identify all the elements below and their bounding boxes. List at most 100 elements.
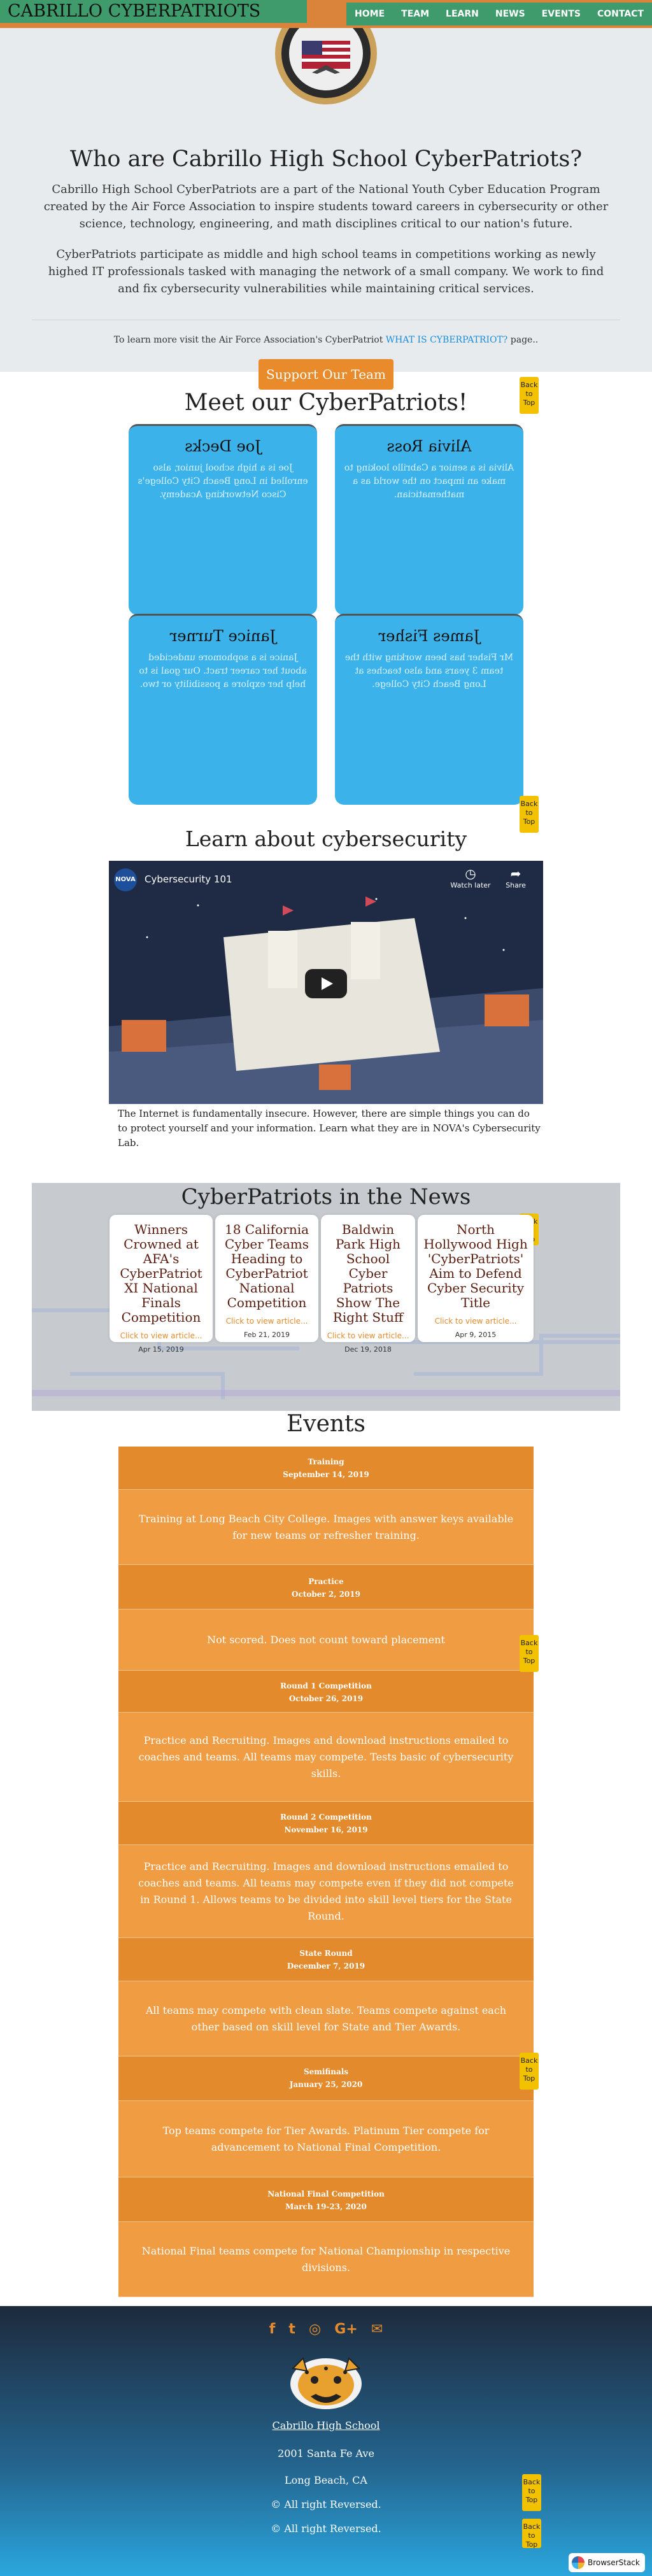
intro-paragraph-2: CyberPatriots participate as middle and … [48, 248, 604, 295]
team-member-bio: Janice is a sophomore undecided about he… [139, 653, 307, 690]
event-name: Practice [308, 1577, 344, 1586]
team-member-name: Joe Decks [185, 437, 261, 455]
news-card[interactable]: Baldwin Park High School Cyber Patriots … [321, 1215, 415, 1354]
event-name: Training [308, 1457, 344, 1466]
youtube-video-embed[interactable]: NOVA Cybersecurity 101 ◷ Watch later ➦ S… [109, 861, 543, 1104]
nav-team[interactable]: TEAM [393, 3, 437, 25]
event-name: Round 2 Competition [280, 1813, 372, 1822]
learn-section-title: Learn about cybersecurity [185, 826, 467, 851]
news-date: Apr 9, 2015 [455, 1331, 497, 1339]
learn-more-prefix: To learn more visit the Air Force Associ… [113, 335, 386, 345]
event-header: Round 2 Competition November 16, 2019 [118, 1802, 534, 1845]
browserstack-logo-icon [572, 2556, 585, 2569]
watch-later-button[interactable]: ◷ Watch later [446, 866, 495, 889]
event-date: October 26, 2019 [288, 1694, 364, 1703]
intro-title: Who are Cabrillo High School CyberPatrio… [69, 146, 583, 172]
rights-line: © All right Reversed. [271, 2523, 381, 2535]
news-article-link[interactable]: Click to view article... [110, 1330, 213, 1341]
school-link[interactable]: Cabrillo High School [0, 2419, 652, 2431]
event-name: Semifinals [303, 2067, 349, 2076]
social-icons: f t ◎ G+ ✉ [0, 2321, 652, 2337]
news-headline: Baldwin Park High School Cyber Patriots … [332, 1222, 404, 1325]
share-button[interactable]: ➦ Share [500, 866, 532, 889]
event-header: Practice October 2, 2019 [118, 1565, 534, 1610]
event-description: National Final teams compete for Nationa… [118, 2222, 534, 2297]
news-date: Apr 15, 2019 [138, 1345, 184, 1354]
support-our-team-button[interactable]: Support Our Team [259, 359, 393, 390]
site-brand[interactable]: CABRILLO CYBERPATRIOTS [0, 0, 307, 23]
twitter-icon[interactable]: t [288, 2321, 295, 2337]
event-date: October 2, 2019 [292, 1590, 360, 1599]
news-headline: 18 California Cyber Teams Heading to Cyb… [224, 1222, 309, 1310]
back-to-top-button[interactable]: Back to Top [520, 1635, 539, 1672]
back-to-top-button[interactable]: Back to Top [522, 2474, 541, 2511]
team-member-bio: Joe is a high school junior, also enroll… [138, 463, 308, 500]
team-card-janice: Janice Turner Janice is a sophomore unde… [129, 614, 317, 805]
event-date: January 25, 2020 [289, 2080, 363, 2089]
event-description: Practice and Recruiting. Images and down… [118, 1845, 534, 1938]
back-to-top-button[interactable]: Back to Top [520, 377, 539, 414]
event-header: Round 1 Competition October 26, 2019 [118, 1671, 534, 1713]
back-to-top-button[interactable]: Back to Top [522, 2519, 541, 2549]
news-section-title: CyberPatriots in the News [181, 1184, 471, 1210]
share-icon: ➦ [510, 866, 521, 881]
share-label: Share [506, 881, 526, 889]
rights-line: © All right Reversed. [271, 2498, 381, 2510]
nav-contact[interactable]: CONTACT [589, 3, 652, 25]
learn-more-suffix: page.. [507, 335, 539, 345]
intro-section: Who are Cabrillo High School CyberPatrio… [0, 28, 652, 390]
nav-home[interactable]: HOME [346, 3, 393, 25]
event-date: November 16, 2019 [284, 1825, 368, 1834]
event-description: All teams may compete with clean slate. … [118, 1981, 534, 2056]
news-card[interactable]: North Hollywood High 'CyberPatriots' Aim… [418, 1215, 534, 1342]
nav-news[interactable]: NEWS [487, 3, 534, 25]
team-member-bio: Alivia is a senior a Cabrillo looking to… [344, 463, 514, 500]
back-to-top-button[interactable]: Back to Top [520, 2053, 539, 2090]
facebook-icon[interactable]: f [269, 2321, 276, 2337]
news-article-link[interactable]: Click to view article... [418, 1315, 534, 1327]
event-description-text: Practice and Recruiting. Images and down… [138, 1734, 514, 1780]
address-line: 2001 Santa Fe Ave [278, 2447, 374, 2459]
google-plus-icon[interactable]: G+ [334, 2321, 358, 2337]
event-description-text: All teams may compete with clean slate. … [145, 2004, 507, 2033]
event-description: Top teams compete for Tier Awards. Plati… [118, 2101, 534, 2177]
city-line: Long Beach, CA [285, 2474, 367, 2486]
team-section-title: Meet our CyberPatriots! [184, 390, 468, 416]
play-button[interactable] [305, 969, 347, 998]
video-title[interactable]: Cybersecurity 101 [145, 874, 232, 885]
team-member-name: Alivia Ross [386, 437, 472, 455]
cyberpatriot-emblem-icon [275, 28, 377, 104]
clock-icon: ◷ [465, 866, 476, 881]
news-card[interactable]: 18 California Cyber Teams Heading to Cyb… [215, 1215, 318, 1342]
video-caption: The Internet is fundamentally insecure. … [118, 1108, 541, 1149]
news-article-link[interactable]: Click to view article... [215, 1315, 318, 1327]
instagram-icon[interactable]: ◎ [309, 2321, 321, 2337]
what-is-cyberpatriot-link[interactable]: WHAT IS CYBERPATRIOT? [386, 335, 508, 345]
nav-learn[interactable]: LEARN [437, 3, 487, 25]
nav-events[interactable]: EVENTS [534, 3, 589, 25]
event-description: Practice and Recruiting. Images and down… [118, 1713, 534, 1802]
event-name: Round 1 Competition [280, 1681, 372, 1690]
team-card-james: James Fisher Mr Fisher has been working … [335, 614, 523, 805]
event-date: March 19-23, 2020 [285, 2202, 367, 2211]
main-nav: HOME TEAM LEARN NEWS EVENTS CONTACT [346, 3, 652, 25]
news-article-link[interactable]: Click to view article... [321, 1330, 415, 1341]
event-description-text: Practice and Recruiting. Images and down… [138, 1860, 514, 1922]
nova-channel-avatar[interactable]: NOVA [114, 868, 137, 891]
event-description-text: Not scored. Does not count toward placem… [207, 1633, 445, 1646]
team-member-name: James Fisher [378, 627, 480, 645]
team-member-name: Janice Turner [169, 627, 276, 645]
event-date: September 14, 2019 [283, 1470, 369, 1479]
event-header: National Final Competition March 19-23, … [118, 2177, 534, 2222]
email-icon[interactable]: ✉ [371, 2321, 383, 2337]
news-headline: Winners Crowned at AFA's CyberPatriot XI… [120, 1222, 202, 1325]
events-section-title: Events [286, 1411, 366, 1437]
intro-paragraph-1: Cabrillo High School CyberPatriots are a… [43, 183, 609, 230]
team-card-alivia: Alivia Ross Alivia is a senior a Cabrill… [335, 424, 523, 615]
site-footer [0, 2306, 652, 2576]
event-header: Training September 14, 2019 [118, 1447, 534, 1490]
event-description-text: National Final teams compete for Nationa… [141, 2244, 511, 2274]
team-member-bio: Mr Fisher has been working with the team… [344, 653, 514, 690]
event-header: State Round December 7, 2019 [118, 1938, 534, 1981]
news-card[interactable]: Winners Crowned at AFA's CyberPatriot XI… [110, 1215, 213, 1354]
